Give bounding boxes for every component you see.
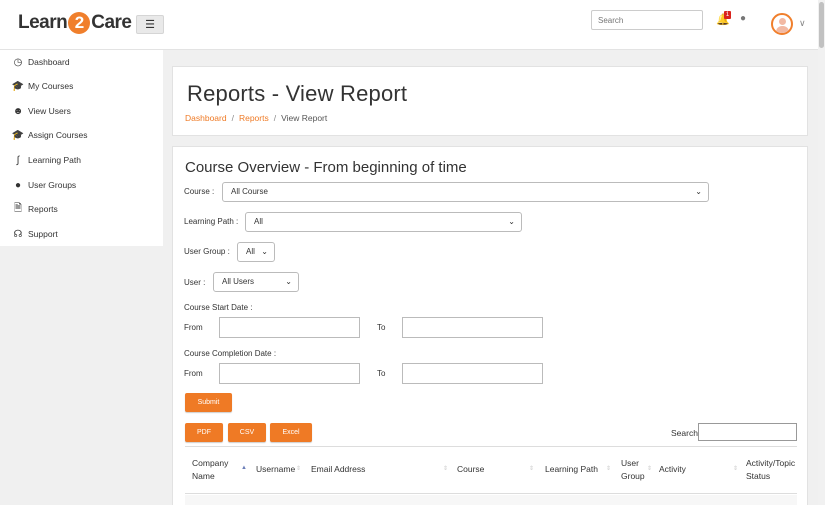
sidebar-item-dashboard[interactable]: ◷ Dashboard [0, 50, 163, 74]
chevron-down-icon: ⌄ [261, 247, 268, 256]
top-bar: Learn2Care ☰ 🔔 1 ● ∨ [0, 0, 818, 50]
user-group-select[interactable]: All ⌄ [237, 242, 275, 262]
logo[interactable]: Learn 2 Care [18, 12, 132, 34]
avatar[interactable] [771, 13, 793, 35]
start-from-label: From [184, 323, 203, 332]
course-label: Course : [184, 187, 215, 196]
breadcrumb-dashboard[interactable]: Dashboard [185, 113, 227, 123]
breadcrumb: Dashboard / Reports / View Report [185, 113, 328, 123]
column-learning-path[interactable]: Learning Path [545, 463, 598, 476]
sort-icon[interactable]: ⇕ [606, 465, 611, 472]
sidebar-item-view-users[interactable]: ☻ View Users [0, 99, 163, 123]
graduation-cap-icon: 🎓 [11, 80, 25, 92]
submit-button[interactable]: Submit [185, 393, 232, 412]
column-course[interactable]: Course [457, 463, 484, 476]
path-icon: ∫ [16, 154, 20, 166]
sort-asc-icon[interactable]: ▲ [241, 465, 247, 471]
learning-path-select[interactable]: All ⌄ [245, 212, 522, 232]
sort-icon[interactable]: ⇕ [296, 465, 301, 472]
sidebar-item-support[interactable]: ☊ Support [0, 222, 163, 246]
column-activity-status[interactable]: Activity/Topic Status [746, 457, 800, 485]
start-date-label: Course Start Date : [184, 303, 253, 312]
scrollbar[interactable] [818, 0, 825, 505]
completion-to-input[interactable] [402, 363, 543, 384]
completion-from-label: From [184, 369, 203, 378]
report-panel: Course Overview - From beginning of time… [172, 146, 808, 505]
chevron-down-icon: ⌄ [285, 277, 292, 286]
table-header: Company Name ▲ Username ⇕ Email Address … [185, 446, 797, 494]
completion-date-label: Course Completion Date : [184, 349, 277, 358]
column-company-name[interactable]: Company Name [192, 457, 236, 483]
sidebar-item-reports[interactable]: 🗎 Reports [0, 197, 163, 221]
file-icon: 🗎 [13, 202, 23, 214]
completion-from-input[interactable] [219, 363, 360, 384]
scrollbar-thumb[interactable] [819, 2, 824, 48]
csv-button[interactable]: CSV [228, 423, 266, 442]
column-email[interactable]: Email Address [311, 463, 365, 476]
section-title: Course Overview - From beginning of time [185, 159, 467, 176]
users-icon: ☻ [12, 105, 24, 117]
pdf-button[interactable]: PDF [185, 423, 223, 442]
table-search-label: Search: [671, 428, 701, 438]
sidebar-item-assign-courses[interactable]: 🎓 Assign Courses [0, 123, 163, 147]
column-activity[interactable]: Activity [659, 463, 686, 476]
notification-badge: 1 [724, 11, 731, 19]
table-search-input[interactable] [698, 423, 797, 441]
sort-icon[interactable]: ⇕ [647, 465, 652, 472]
chevron-down-icon[interactable]: ∨ [799, 18, 806, 29]
user-label: User : [184, 278, 206, 287]
learning-path-label: Learning Path : [184, 217, 239, 226]
column-username[interactable]: Username [256, 463, 295, 476]
graduation-cap-icon: 🎓 [11, 129, 25, 141]
breadcrumb-reports[interactable]: Reports [239, 113, 269, 123]
search-input[interactable] [591, 10, 703, 30]
user-select[interactable]: All Users ⌄ [213, 272, 299, 292]
menu-toggle-button[interactable]: ☰ [136, 15, 164, 34]
chevron-down-icon: ⌄ [508, 217, 515, 226]
chat-icon[interactable]: ● [740, 13, 746, 24]
start-from-input[interactable] [219, 317, 360, 338]
sort-icon[interactable]: ⇕ [443, 465, 448, 472]
sidebar: ◷ Dashboard 🎓 My Courses ☻ View Users 🎓 … [0, 50, 163, 246]
sidebar-item-user-groups[interactable]: ● User Groups [0, 173, 163, 197]
sidebar-item-learning-path[interactable]: ∫ Learning Path [0, 148, 163, 172]
dashboard-icon: ◷ [13, 56, 23, 68]
course-select[interactable]: All Course ⌄ [222, 182, 709, 202]
start-to-input[interactable] [402, 317, 543, 338]
breadcrumb-current: View Report [281, 113, 328, 123]
excel-button[interactable]: Excel [270, 423, 312, 442]
sort-icon[interactable]: ⇕ [733, 465, 738, 472]
user-group-label: User Group : [184, 247, 230, 256]
title-panel: Reports - View Report Dashboard / Reports /… [172, 66, 808, 136]
sort-icon[interactable]: ⇕ [529, 465, 534, 472]
page-title: Reports - View Report [187, 81, 408, 106]
start-to-label: To [377, 323, 386, 332]
user-icon: ● [14, 179, 22, 191]
hamburger-icon: ☰ [145, 19, 155, 31]
sidebar-item-my-courses[interactable]: 🎓 My Courses [0, 74, 163, 98]
completion-to-label: To [377, 369, 386, 378]
chevron-down-icon: ⌄ [695, 187, 702, 196]
headset-icon: ☊ [13, 228, 23, 240]
table-row[interactable] [185, 495, 797, 505]
